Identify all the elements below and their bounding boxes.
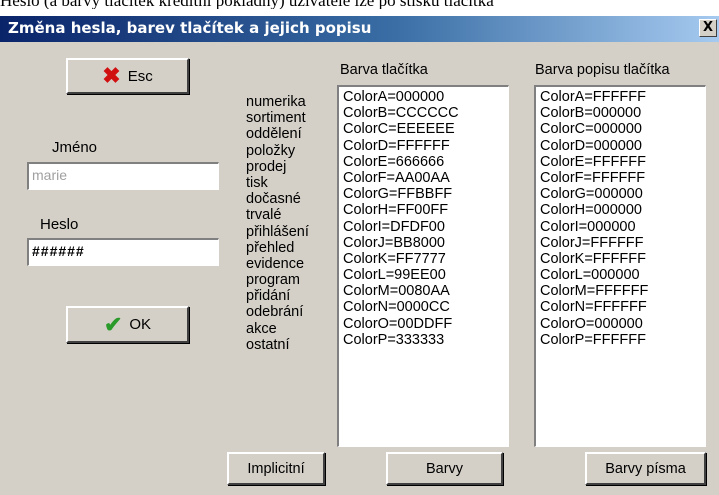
screenshot: Heslo (a barvy tlačítek kreditní pokladn… (0, 0, 719, 495)
ok-button-label: OK (129, 316, 152, 333)
button-name: přihlášení (246, 223, 309, 240)
list-item[interactable]: ColorH=000000 (540, 202, 705, 218)
dialog-title: Změna hesla, barev tlačítek a jejich pop… (8, 19, 372, 37)
button-name: oddělení (246, 126, 302, 143)
password-value: ###### (32, 243, 85, 259)
password-field[interactable]: ###### (27, 238, 219, 266)
button-color-list[interactable]: ColorA=000000 ColorB=CCCCCC ColorC=EEEEE… (337, 85, 509, 447)
list-item[interactable]: ColorD=000000 (540, 138, 705, 154)
list-item[interactable]: ColorF=AA00AA (343, 170, 508, 186)
button-name: dočasné (246, 191, 301, 208)
button-name: položky (246, 142, 296, 159)
close-icon: X (702, 20, 714, 35)
list-item[interactable]: ColorJ=FFFFFF (540, 235, 705, 251)
button-name: odebrání (246, 304, 304, 321)
list-item[interactable]: ColorJ=BB8000 (343, 235, 508, 251)
list-item[interactable]: ColorB=000000 (540, 105, 705, 121)
caption-color-header: Barva popisu tlačítka (535, 62, 670, 78)
title-bar[interactable]: Změna hesla, barev tlačítek a jejich pop… (0, 16, 719, 42)
button-name: přidání (246, 288, 291, 305)
list-item[interactable]: ColorE=666666 (343, 154, 508, 170)
colors-button[interactable]: Barvy (386, 452, 503, 485)
button-name: sortiment (246, 110, 306, 127)
list-item[interactable]: ColorA=000000 (343, 89, 508, 105)
list-item[interactable]: ColorA=FFFFFF (540, 89, 705, 105)
checkmark-icon: ✔ (103, 311, 123, 337)
implicit-button-label: Implicitní (247, 460, 305, 477)
ok-button[interactable]: ✔ OK (66, 306, 189, 343)
list-item[interactable]: ColorB=CCCCCC (343, 105, 508, 121)
list-item[interactable]: ColorP=333333 (343, 332, 508, 348)
list-item[interactable]: ColorL=99EE00 (343, 267, 508, 283)
list-item[interactable]: ColorN=FFFFFF (540, 299, 705, 315)
close-button[interactable]: X (699, 19, 717, 37)
button-name: trvalé (246, 207, 282, 224)
list-item[interactable]: ColorP=FFFFFF (540, 332, 705, 348)
list-item[interactable]: ColorH=FF00FF (343, 202, 508, 218)
background-page-text: Heslo (a barvy tlačítek kreditní pokladn… (0, 0, 719, 9)
button-name: přehled (246, 239, 295, 256)
list-item[interactable]: ColorN=0000CC (343, 299, 508, 315)
list-item[interactable]: ColorM=0080AA (343, 283, 508, 299)
list-item[interactable]: ColorF=FFFFFF (540, 170, 705, 186)
button-name: evidence (246, 255, 305, 272)
caption-color-list[interactable]: ColorA=FFFFFF ColorB=000000 ColorC=00000… (534, 85, 706, 447)
list-item[interactable]: ColorI=000000 (540, 219, 705, 235)
name-value: marie (32, 167, 68, 183)
button-name: prodej (246, 158, 287, 175)
list-item[interactable]: ColorL=000000 (540, 267, 705, 283)
button-name: program (246, 272, 300, 289)
button-color-header: Barva tlačítka (340, 62, 428, 78)
implicit-button[interactable]: Implicitní (227, 452, 325, 485)
esc-button[interactable]: ✖ Esc (66, 58, 189, 94)
name-field[interactable]: marie (27, 162, 219, 190)
esc-button-label: Esc (127, 67, 153, 85)
list-item[interactable]: ColorC=EEEEEE (343, 121, 508, 137)
list-item[interactable]: ColorD=FFFFFF (343, 138, 508, 154)
password-color-dialog: Změna hesla, barev tlačítek a jejich pop… (0, 16, 719, 495)
list-item[interactable]: ColorG=FFBBFF (343, 186, 508, 202)
x-icon: ✖ (102, 63, 121, 88)
button-name-list: numerika sortiment oddělení položky prod… (246, 94, 309, 353)
button-name: ostatní (246, 336, 290, 353)
list-item[interactable]: ColorM=FFFFFF (540, 283, 705, 299)
button-name: tisk (246, 174, 268, 191)
list-item[interactable]: ColorI=DFDF00 (343, 219, 508, 235)
name-label: Jméno (52, 139, 98, 156)
list-item[interactable]: ColorG=000000 (540, 186, 705, 202)
font-colors-button[interactable]: Barvy písma (585, 452, 706, 485)
list-item[interactable]: ColorE=FFFFFF (540, 154, 705, 170)
list-item[interactable]: ColorO=000000 (540, 316, 705, 332)
colors-button-label: Barvy (425, 460, 464, 477)
button-name: akce (246, 320, 277, 337)
password-label: Heslo (40, 216, 79, 233)
list-item[interactable]: ColorC=000000 (540, 121, 705, 137)
font-colors-button-label: Barvy písma (605, 460, 686, 477)
button-name: numerika (246, 94, 306, 110)
list-item[interactable]: ColorO=00DDFF (343, 316, 508, 332)
list-item[interactable]: ColorK=FFFFFF (540, 251, 705, 267)
list-item[interactable]: ColorK=FF7777 (343, 251, 508, 267)
